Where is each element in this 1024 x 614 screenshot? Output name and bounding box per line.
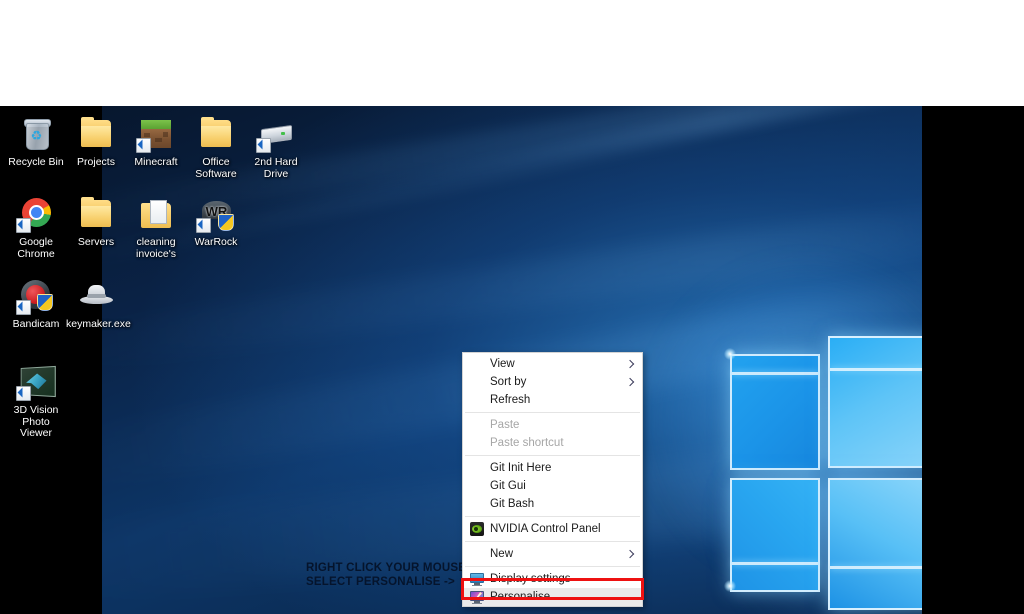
desktop-icon-glyph [15,194,57,234]
windows-logo [724,328,922,614]
menu-separator [465,566,640,567]
desktop-icon-label: Office Software [195,156,237,180]
desktop-icon-label: Servers [77,236,115,248]
folder-icon [81,197,111,227]
desktop-icon[interactable]: cleaning invoice's [126,194,186,260]
menu-item-label: Git Init Here [490,462,552,474]
chevron-right-icon [627,550,632,558]
menu-item-git-gui[interactable]: Git Gui [463,477,642,495]
instruction-line-2: SELECT PERSONALISE -> [306,576,455,588]
menu-item-view[interactable]: View [463,355,642,373]
desktop-icon-glyph: ♻ [15,114,57,154]
menu-item-label: Paste [490,419,520,431]
windows-logo-pane-bottom-left [730,478,820,592]
desktop-icon-label: Projects [77,156,115,168]
desktop-icon[interactable]: Office Software [186,114,246,180]
desktop-icon-glyph [75,114,117,154]
menu-item-personalise[interactable]: Personalise [463,588,642,606]
folder-icon [201,117,231,147]
menu-separator [465,412,640,413]
shortcut-arrow-icon [196,218,211,233]
desktop-icon-label: 2nd Hard Drive [254,156,298,180]
menu-item-label: View [490,358,515,370]
desktop-icon[interactable]: Projects [66,114,126,169]
desktop-icon-label: Bandicam [12,318,60,330]
windows-logo-pane-bottom-right [828,478,922,610]
desktop-icon-label: WarRock [194,236,238,248]
letterbox-right [922,212,1024,614]
nvidia-icon [470,522,484,536]
menu-item-refresh[interactable]: Refresh [463,391,642,409]
menu-separator [465,516,640,517]
menu-item-git-bash[interactable]: Git Bash [463,495,642,513]
menu-item-new[interactable]: New [463,545,642,563]
desktop-icon-glyph [135,114,177,154]
logo-sparkle [724,348,736,360]
desktop-icon[interactable]: keymaker.exe [66,276,131,331]
personalise-icon [470,590,484,604]
recycle-bin-icon: ♻ [24,119,51,150]
desktop-icon[interactable]: Servers [66,194,126,249]
menu-item-label: NVIDIA Control Panel [490,523,601,535]
menu-item-label: Personalise [490,591,551,603]
desktop-icon-glyph [195,114,237,154]
desktop-icon-label: cleaning invoice's [136,236,176,260]
desktop-icon-glyph [255,114,297,154]
desktop-context-menu[interactable]: View Sort by Refresh Paste Paste shortcut Git… [462,352,643,607]
desktop-icon-glyph [135,194,177,234]
desktop-icon[interactable]: 2nd Hard Drive [246,114,306,180]
white-hat-icon [80,285,113,305]
desktop-icon-label: 3D Vision Photo Viewer [13,404,59,439]
desktop-icon[interactable]: ♻ Recycle Bin [6,114,66,169]
desktop-icon-label: keymaker.exe [66,318,131,330]
menu-item-label: Sort by [490,376,527,388]
top-white-bar [0,0,1024,106]
menu-item-display-settings[interactable]: Display settings [463,570,642,588]
shortcut-arrow-icon [256,138,271,153]
menu-separator [465,541,640,542]
menu-item-paste-shortcut: Paste shortcut [463,434,642,452]
desktop-icon-glyph [15,362,57,402]
screenshot-root: ♻ Recycle Bin Projects Minecraft Office Softw… [0,0,1024,614]
menu-item-git-init-here[interactable]: Git Init Here [463,459,642,477]
menu-item-label: New [490,548,514,560]
desktop-icon-label: Minecraft [134,156,178,168]
windows-logo-pane-top-left [730,354,820,470]
menu-item-label: Refresh [490,394,531,406]
windows-logo-pane-top-right [828,336,922,468]
menu-item-label: Git Bash [490,498,535,510]
menu-item-nvidia-control-panel[interactable]: NVIDIA Control Panel [463,520,642,538]
shortcut-arrow-icon [16,218,31,233]
menu-item-label: Git Gui [490,480,526,492]
shortcut-arrow-icon [136,138,151,153]
shortcut-arrow-icon [16,386,31,401]
desktop-icon-glyph [15,276,57,316]
menu-item-label: Display settings [490,573,571,585]
logo-sparkle [724,580,736,592]
desktop-icon-grid: ♻ Recycle Bin Projects Minecraft Office Softw… [0,106,298,506]
desktop-icon[interactable]: Google Chrome [6,194,66,260]
desktop-icon[interactable]: 3D Vision Photo Viewer [6,362,66,440]
chevron-right-icon [627,360,632,368]
desktop-icon[interactable]: Bandicam [6,276,66,331]
monitor-icon [470,572,484,586]
instruction-line-1: RIGHT CLICK YOUR MOUSE [306,562,467,574]
menu-separator [465,455,640,456]
menu-item-label: Paste shortcut [490,437,564,449]
desktop-icon-label: Google Chrome [17,236,55,260]
menu-item-sort-by[interactable]: Sort by [463,373,642,391]
folder-icon [81,117,111,147]
shortcut-arrow-icon [16,300,31,315]
desktop-icon[interactable]: WR WarRock [186,194,246,249]
document-folder-icon [141,200,171,228]
chevron-right-icon [627,378,632,386]
desktop-icon-label: Recycle Bin [8,156,64,168]
menu-item-paste: Paste [463,416,642,434]
desktop-icon-glyph [75,276,117,316]
desktop-icon-glyph [75,194,117,234]
desktop-icon-glyph: WR [195,194,237,234]
desktop-icon[interactable]: Minecraft [126,114,186,169]
instruction-overlay: RIGHT CLICK YOUR MOUSE SELECT PERSONALIS… [306,561,466,589]
